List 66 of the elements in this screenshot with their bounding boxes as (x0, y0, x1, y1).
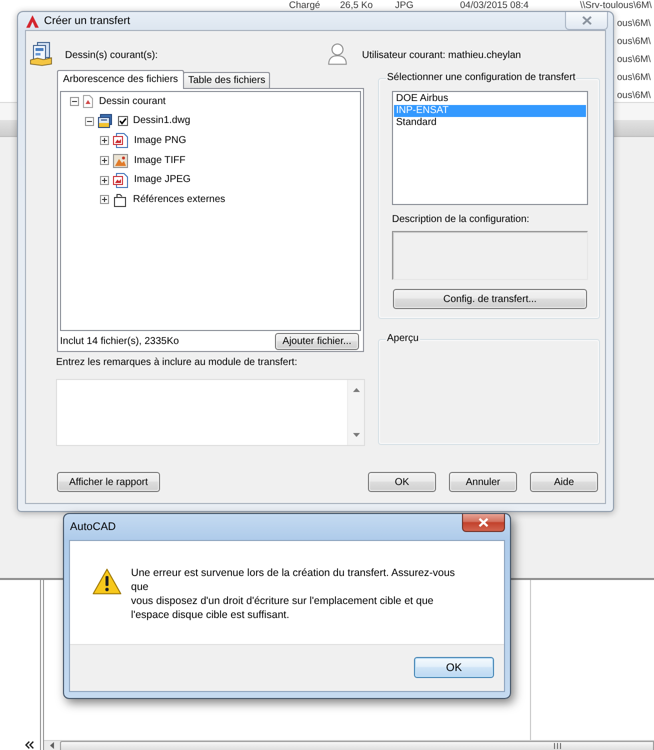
close-icon (478, 518, 489, 527)
image-file-icon (113, 172, 128, 188)
file-path-text: ous\6M\ (617, 18, 651, 29)
scroll-up-icon[interactable] (352, 388, 360, 392)
config-listbox[interactable]: DOE Airbus INP-ENSAT Standard (392, 91, 588, 205)
scroll-down-icon[interactable] (352, 433, 360, 437)
transfer-setup-button[interactable]: Config. de transfert... (393, 289, 587, 309)
plus-box-icon[interactable] (100, 195, 109, 204)
close-button[interactable] (462, 514, 505, 532)
app-logo-icon (26, 14, 39, 28)
tree-node-label[interactable]: Image TIFF (134, 154, 186, 167)
current-drawings-label: Dessin(s) courant(s): (65, 50, 158, 62)
document-icon (83, 95, 93, 108)
tree-node-label[interactable]: Dessin1.dwg (133, 115, 190, 128)
close-icon (582, 16, 592, 25)
scroll-left-icon[interactable] (50, 742, 54, 749)
grip-icon (554, 743, 561, 749)
plus-box-icon[interactable] (100, 156, 109, 166)
ok-button[interactable]: OK (414, 657, 494, 678)
config-list-item[interactable]: Standard (394, 117, 586, 129)
file-path-text: ous\6M\ (617, 36, 651, 47)
preview-group-label: Aperçu (386, 332, 420, 345)
user-silhouette-icon (328, 43, 347, 65)
warning-icon (92, 568, 122, 595)
current-user-label: Utilisateur courant: mathieu.cheylan (362, 50, 521, 62)
minus-box-icon[interactable] (70, 97, 79, 106)
dialog-title: AutoCAD (70, 520, 116, 534)
file-date-text: 04/03/2015 08:4 (460, 0, 529, 12)
tab[interactable]: Arborescence des fichiers (57, 70, 184, 89)
document-hand-icon (30, 42, 52, 66)
file-type-text: JPG (395, 0, 414, 12)
help-button[interactable]: Aide (530, 472, 598, 492)
vertical-scrollbar[interactable] (347, 380, 364, 445)
plus-box-icon[interactable] (100, 176, 109, 185)
description-label: Description de la configuration: (392, 214, 530, 226)
photo-tile-icon (113, 154, 128, 168)
tab[interactable]: Table des fichiers (183, 72, 270, 88)
page-outline-icon (113, 192, 127, 207)
report-button[interactable]: Afficher le rapport (57, 472, 160, 492)
ok-button[interactable]: OK (368, 472, 436, 492)
cancel-button[interactable]: Annuler (449, 472, 517, 492)
add-file-button[interactable]: Ajouter fichier... (275, 333, 359, 350)
description-field[interactable] (392, 231, 588, 280)
config-list-item[interactable]: DOE Airbus (394, 93, 586, 105)
config-group-label: Sélectionner une configuration de transfert (386, 71, 576, 84)
notes-field[interactable] (56, 379, 365, 446)
dialog-title: Créer un transfert (44, 14, 130, 28)
tree-node-label[interactable]: Image PNG (134, 134, 186, 147)
tree-node-label[interactable]: Dessin courant (99, 96, 166, 108)
notes-label: Entrez les remarques à inclure au module de transfert: (56, 357, 298, 369)
double-chevron-left-icon[interactable] (25, 741, 34, 749)
file-summary-text: Inclut 14 fichier(s), 2335Ko (60, 336, 179, 348)
drawing-file-icon (98, 114, 112, 128)
file-path-text: \\Srv-toulous\6M\ (580, 0, 652, 12)
file-status-text: Chargé (289, 0, 320, 12)
checkbox[interactable] (118, 116, 128, 126)
file-path-text: ous\6M\ (617, 72, 651, 83)
error-message: Une erreur est survenue lors de la création du transfert. Assurez-vous que vous disposez d'un droit d'écriture sur l'emplacement cible et que l'espace disque cible est suffisant. (131, 566, 455, 622)
file-path-text: ous\6M\ (617, 54, 651, 65)
plus-box-icon[interactable] (100, 136, 109, 146)
minus-box-icon[interactable] (85, 116, 94, 126)
tree-node-label[interactable]: Références externes (133, 194, 226, 206)
tree-node-label[interactable]: Image JPEG (134, 174, 191, 186)
file-size-text: 26,5 Ko (340, 0, 373, 12)
file-path-text: ous\6M\ (617, 90, 651, 101)
image-file-icon (113, 133, 128, 148)
